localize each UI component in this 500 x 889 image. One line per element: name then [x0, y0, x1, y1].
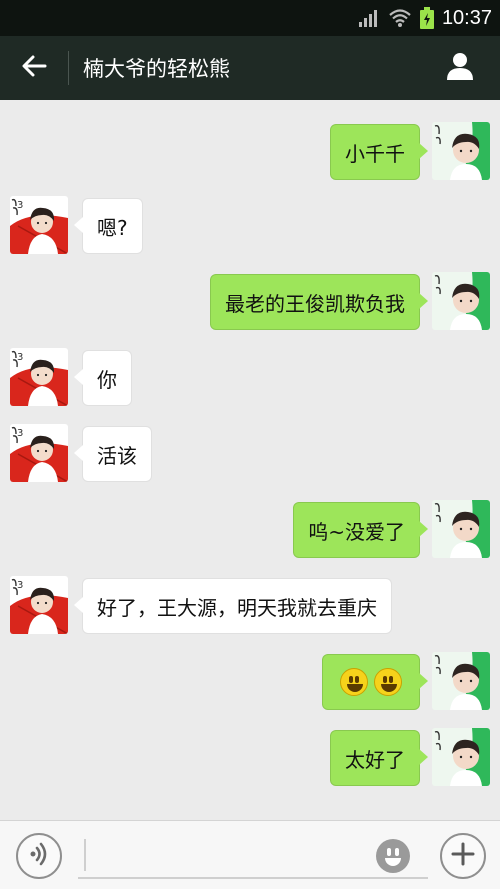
- page-title: 楠大爷的轻松熊: [83, 57, 230, 81]
- plus-icon: [451, 842, 475, 870]
- message-text: 呜~没爱了: [308, 519, 405, 544]
- battery-icon: [419, 7, 434, 29]
- contact-info-button[interactable]: [420, 36, 500, 100]
- message-text: 好了，王大源，明天我就去重庆: [97, 595, 377, 620]
- contact-avatar[interactable]: 3: [10, 424, 68, 482]
- message-row: 太好了: [0, 728, 500, 788]
- smiley-icon[interactable]: [376, 839, 410, 873]
- more-button[interactable]: [440, 833, 486, 879]
- contact-avatar[interactable]: 3: [10, 576, 68, 634]
- message-row: 3 好了，王大源，明天我就去重庆: [0, 576, 500, 636]
- message-bubble[interactable]: [322, 654, 428, 710]
- svg-text:3: 3: [17, 580, 23, 591]
- message-row: 小千千: [0, 122, 500, 182]
- message-text: 小千千: [345, 141, 405, 166]
- voice-button[interactable]: [16, 833, 62, 879]
- status-time: 10:37: [441, 6, 492, 29]
- message-row: 3 嗯?: [0, 196, 500, 256]
- message-bubble[interactable]: 呜~没爱了: [293, 502, 428, 558]
- my-avatar[interactable]: [432, 122, 490, 180]
- input-bar: [0, 820, 500, 889]
- my-avatar[interactable]: [432, 272, 490, 330]
- chat-header: 楠大爷的轻松熊: [0, 36, 500, 100]
- arrow-left-icon: [21, 55, 47, 81]
- message-text: 最老的王俊凯欺负我: [225, 291, 405, 316]
- message-list[interactable]: 小千千 3 嗯? 最老的王俊凯欺负我 3 你 3 活该 呜~没爱了 3 好了，王…: [0, 100, 500, 820]
- grinning-face-emoji: [374, 668, 402, 696]
- svg-text:3: 3: [17, 428, 23, 439]
- back-button[interactable]: [0, 36, 68, 100]
- message-text: 你: [97, 367, 117, 392]
- message-text: 活该: [97, 443, 137, 468]
- header-divider: [68, 51, 69, 85]
- message-bubble[interactable]: 最老的王俊凯欺负我: [210, 274, 428, 330]
- message-bubble[interactable]: 小千千: [330, 124, 428, 180]
- message-text: 嗯?: [97, 215, 128, 240]
- person-icon: [445, 51, 475, 85]
- message-row: [0, 652, 500, 712]
- grinning-face-emoji: [340, 668, 368, 696]
- message-row: 3 活该: [0, 424, 500, 484]
- message-bubble[interactable]: 太好了: [330, 730, 428, 786]
- status-bar: 10:37: [0, 0, 500, 36]
- message-row: 呜~没爱了: [0, 500, 500, 560]
- message-bubble[interactable]: 活该: [74, 426, 152, 482]
- message-row: 3 你: [0, 348, 500, 408]
- message-text: 太好了: [345, 747, 405, 772]
- contact-avatar[interactable]: 3: [10, 196, 68, 254]
- contact-avatar[interactable]: 3: [10, 348, 68, 406]
- message-input[interactable]: [78, 835, 428, 879]
- svg-text:3: 3: [17, 352, 23, 363]
- text-caret: [84, 839, 86, 871]
- wifi-icon: [388, 8, 412, 28]
- my-avatar[interactable]: [432, 652, 490, 710]
- my-avatar[interactable]: [432, 728, 490, 786]
- voice-icon: [27, 841, 51, 871]
- signal-icon: [358, 8, 380, 28]
- message-bubble[interactable]: 你: [74, 350, 132, 406]
- my-avatar[interactable]: [432, 500, 490, 558]
- message-bubble[interactable]: 好了，王大源，明天我就去重庆: [74, 578, 392, 634]
- svg-text:3: 3: [17, 200, 23, 211]
- message-row: 最老的王俊凯欺负我: [0, 272, 500, 332]
- message-bubble[interactable]: 嗯?: [74, 198, 143, 254]
